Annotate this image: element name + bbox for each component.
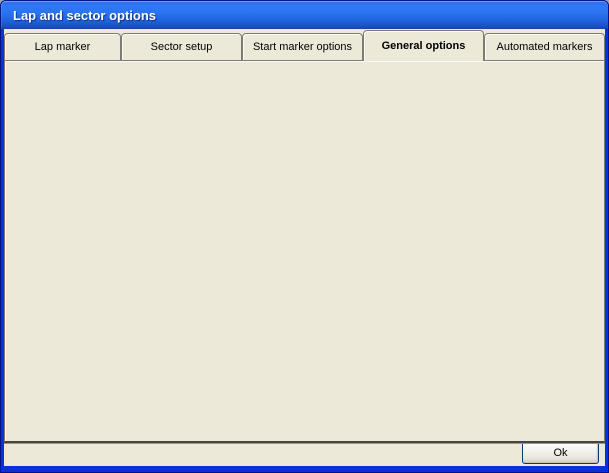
tab-label: General options (382, 40, 466, 52)
tab-sector-setup[interactable]: Sector setup (121, 33, 242, 60)
ok-button[interactable]: Ok (522, 441, 599, 464)
ok-button-label: Ok (553, 447, 567, 459)
dialog-window: Lap and sector options Lap marker Sector… (0, 0, 609, 473)
tab-page-general-options (4, 60, 605, 443)
tab-lap-marker[interactable]: Lap marker (4, 33, 121, 60)
tab-start-marker-options[interactable]: Start marker options (242, 33, 363, 60)
tab-label: Lap marker (35, 41, 91, 53)
tab-label: Sector setup (151, 41, 213, 53)
titlebar[interactable]: Lap and sector options (1, 1, 608, 29)
tab-general-options[interactable]: General options (363, 30, 484, 61)
tab-strip: Lap marker Sector setup Start marker opt… (4, 30, 605, 61)
window-title: Lap and sector options (1, 8, 156, 23)
tab-label: Automated markers (497, 41, 593, 53)
tab-label: Start marker options (253, 41, 352, 53)
tab-automated-markers[interactable]: Automated markers (484, 33, 605, 60)
